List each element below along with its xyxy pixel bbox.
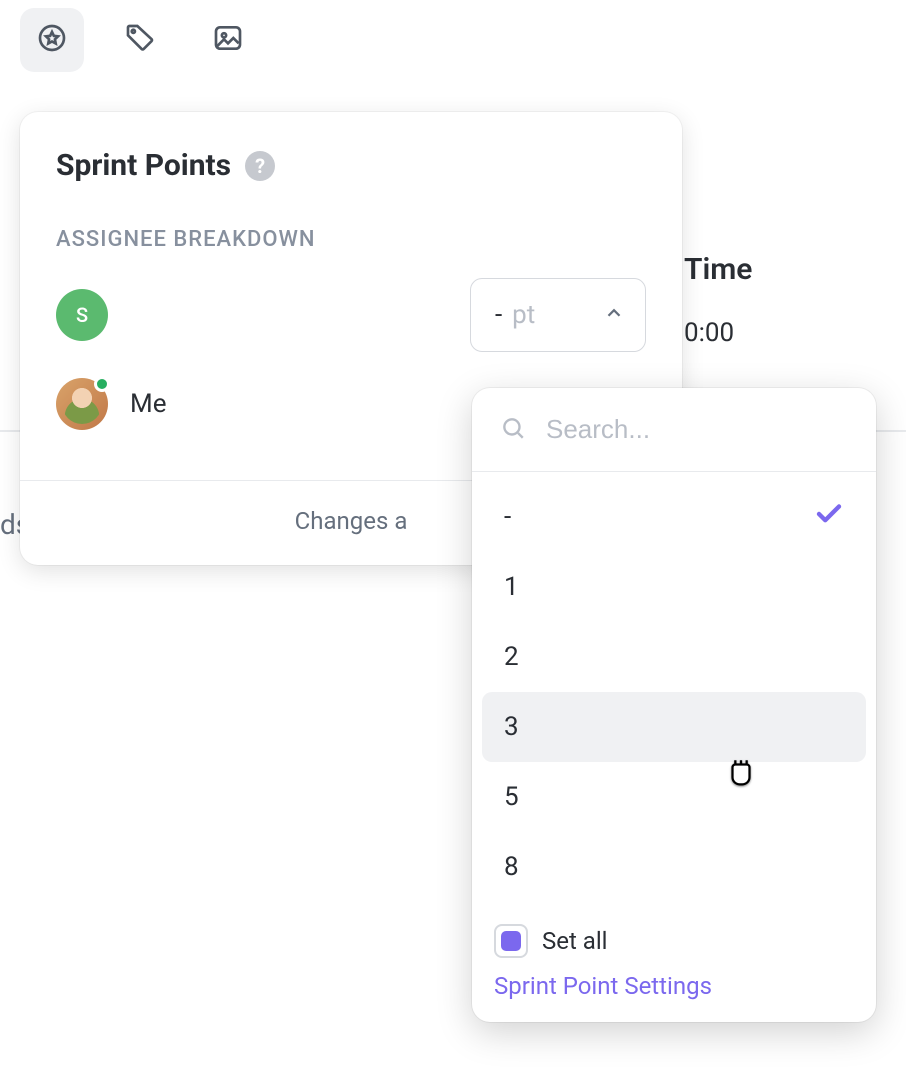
star-badge-button[interactable]: [20, 8, 84, 72]
tag-icon: [124, 22, 156, 58]
set-all-label: Set all: [542, 927, 608, 955]
time-value: 0:00: [684, 318, 734, 348]
dropdown-search: [472, 388, 876, 472]
star-badge-icon: [36, 22, 68, 58]
help-icon[interactable]: ?: [245, 151, 275, 181]
search-icon: [500, 415, 526, 445]
search-input[interactable]: [546, 414, 848, 445]
popover-header: Sprint Points ?: [20, 112, 682, 203]
set-all-row[interactable]: Set all: [490, 918, 858, 972]
dropdown-option-2[interactable]: 2: [482, 622, 866, 692]
image-icon: [212, 22, 244, 58]
option-label: 5: [504, 782, 519, 812]
check-icon: [814, 499, 844, 536]
dropdown-option-1[interactable]: 1: [482, 552, 866, 622]
tag-button[interactable]: [108, 8, 172, 72]
points-unit: pt: [512, 300, 535, 330]
points-value: -: [495, 300, 502, 330]
dropdown-list: - 1 2 3 5 8: [472, 472, 876, 912]
option-label: 2: [504, 642, 519, 672]
avatar[interactable]: S: [56, 289, 108, 341]
assignee-row: S - pt: [20, 270, 682, 360]
dropdown-option-none[interactable]: -: [482, 482, 866, 552]
presence-indicator: [94, 376, 110, 392]
toolbar: [20, 8, 260, 72]
dropdown-option-5[interactable]: 5: [482, 762, 866, 832]
image-button[interactable]: [196, 8, 260, 72]
avatar-initial: S: [76, 303, 88, 327]
points-select[interactable]: - pt: [470, 278, 646, 352]
points-dropdown: - 1 2 3 5 8 Set all Sprint Point Setting…: [472, 388, 876, 1022]
option-label: 1: [504, 572, 519, 602]
footer-text: Changes a: [295, 507, 408, 535]
option-label: -: [504, 502, 511, 532]
dropdown-option-8[interactable]: 8: [482, 832, 866, 902]
sprint-point-settings-link[interactable]: Sprint Point Settings: [490, 972, 858, 1000]
dropdown-footer: Set all Sprint Point Settings: [472, 912, 876, 1022]
avatar[interactable]: [56, 378, 108, 430]
checkbox-checked-icon: [501, 931, 521, 951]
dropdown-option-3[interactable]: 3: [482, 692, 866, 762]
assignee-name: Me: [130, 389, 167, 419]
section-label: ASSIGNEE BREAKDOWN: [20, 203, 682, 270]
time-label: Time: [684, 252, 752, 287]
option-label: 3: [504, 712, 519, 742]
set-all-checkbox[interactable]: [494, 924, 528, 958]
option-label: 8: [504, 852, 519, 882]
popover-title: Sprint Points: [56, 148, 231, 183]
chevron-up-icon: [603, 302, 625, 328]
